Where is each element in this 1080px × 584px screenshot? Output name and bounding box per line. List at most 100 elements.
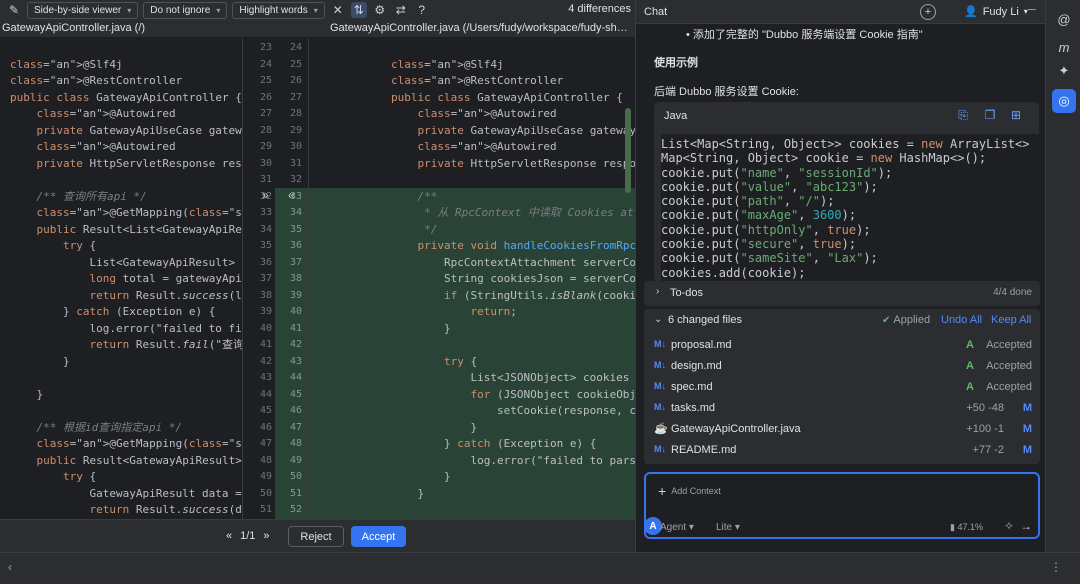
agent-mode-dropdown[interactable]: Agent ▾ — [660, 522, 694, 533]
code-line: } — [10, 354, 70, 368]
context-usage: ▮ 47.1% — [950, 522, 983, 533]
markdown-icon: M↓ — [654, 360, 666, 370]
line-number: 29 — [259, 141, 272, 152]
right-divider — [308, 38, 309, 519]
viewer-mode-label: Side-by-side viewer — [34, 4, 122, 16]
collapse-unchanged-icon[interactable]: ✕ — [330, 2, 346, 18]
chat-panel: Chat + 👤 Fudy Li ▾ – • 添加了完整的 "Dubbo 服务端设置… — [635, 0, 1046, 552]
code-line: /** — [391, 189, 438, 203]
line-number: 36 — [289, 240, 302, 251]
line-number: 24 — [259, 58, 272, 70]
line-number: 23 — [259, 42, 272, 53]
chat-input[interactable]: + Add Context A Agent ▾ Lite ▾ ▮ 47.1% ✧ … — [644, 472, 1040, 539]
changed-file-row[interactable]: M↓ spec.md A Accepted — [644, 377, 1040, 398]
todos-section[interactable]: › To-dos 4/4 done — [644, 281, 1040, 306]
minimize-icon[interactable]: – — [1028, 0, 1036, 16]
m-icon[interactable]: m — [1055, 38, 1073, 56]
add-context-button[interactable]: + Add Context — [658, 483, 721, 499]
changed-file-row[interactable]: ☕ GatewayApiController.java +100 -1 M — [644, 419, 1040, 440]
chat-tool-icon[interactable]: ◎ — [1052, 89, 1076, 113]
file-accepted-label: Accepted — [986, 360, 1032, 372]
line-number: 26 — [259, 91, 272, 103]
accept-button[interactable]: Accept — [351, 526, 406, 547]
send-icon[interactable]: → — [1020, 519, 1032, 533]
prev-change-icon[interactable]: « — [226, 530, 232, 542]
apply-right-icon[interactable]: » — [262, 188, 269, 202]
line-number: 39 — [259, 306, 272, 317]
user-name: Fudy Li — [982, 5, 1019, 18]
changed-files-header[interactable]: ⌄ 6 changed files ✔ Applied Undo All Keep… — [644, 309, 1040, 331]
undo-all-button[interactable]: Undo All — [941, 314, 982, 326]
code-line: class="an">@RestController — [10, 74, 183, 87]
menu-icon[interactable]: ⋮ — [1050, 560, 1062, 574]
line-number: 48 — [259, 454, 272, 466]
code-line: cookie.put("path", "/"); — [661, 194, 835, 209]
tool-window-strip: @ m ✦ ◎ — [1045, 0, 1080, 552]
model-dropdown[interactable]: Lite ▾ — [716, 522, 740, 533]
pencil-icon[interactable]: ✎ — [6, 2, 22, 18]
code-line: } — [391, 420, 478, 434]
code-line: if (StringUtils.isBlank(cookiesJs — [443, 288, 635, 302]
changed-file-row[interactable]: M↓ proposal.md A Accepted — [644, 335, 1040, 356]
todos-label: To-dos — [670, 287, 704, 299]
line-number: 35 — [289, 223, 302, 235]
code-line: return Result.fail("查询失败 — [89, 338, 242, 351]
context-usage-value: 47.1% — [957, 522, 983, 532]
chevron-left-icon[interactable]: ‹ — [8, 560, 12, 574]
code-line: try { — [62, 239, 97, 252]
gemini-icon[interactable]: ✦ — [1055, 62, 1073, 80]
changed-file-row[interactable]: M↓ tasks.md +50 -48 M — [644, 398, 1040, 419]
line-number: 51 — [259, 504, 272, 515]
check-circle-icon: ✔ — [882, 314, 891, 326]
line-diff-count: +77 -2 — [972, 444, 1005, 456]
diff-gutter: 23 24 25 26 27 28 29 30 31 32 33 34 35 36 37 38 39 40 41 42… — [242, 38, 308, 519]
file-name: design.md — [671, 360, 722, 372]
insert-code-icon[interactable]: ⎘ — [956, 108, 970, 122]
change-navigator: « 1/1 » — [226, 530, 270, 542]
markdown-icon: M↓ — [654, 444, 666, 454]
next-change-icon[interactable]: » — [263, 530, 269, 542]
keep-all-button[interactable]: Keep All — [991, 314, 1031, 326]
changed-file-row[interactable]: M↓ design.md A Accepted — [644, 356, 1040, 377]
chat-title: Chat — [644, 6, 668, 18]
sparkle-icon[interactable]: ✧ — [1004, 519, 1014, 533]
line-number: 25 — [259, 75, 272, 86]
line-number: 49 — [289, 454, 302, 466]
line-number: 50 — [259, 487, 272, 499]
gear-icon[interactable]: ⚙ — [372, 2, 388, 18]
swap-icon[interactable]: ⇄ — [393, 2, 409, 18]
line-number: 38 — [259, 289, 272, 301]
change-position: 1/1 — [240, 530, 256, 542]
reject-button[interactable]: Reject — [288, 526, 344, 547]
line-number: 42 — [259, 355, 272, 367]
user-menu[interactable]: 👤 Fudy Li ▾ — [964, 5, 1028, 19]
highlight-mode-dropdown[interactable]: Highlight words ▾ — [232, 1, 325, 19]
sync-scroll-icon[interactable]: ⇅ — [350, 2, 367, 18]
scrollbar[interactable] — [625, 108, 631, 193]
changed-file-row[interactable]: M↓ README.md +77 -2 M — [644, 440, 1040, 461]
code-line: try { — [443, 354, 478, 368]
left-code-pane[interactable]: class="an">@Slf4j class="an">@RestControl… — [0, 38, 242, 519]
code-line: class="an">@RestController — [391, 74, 564, 87]
code-line: } — [10, 387, 44, 401]
changed-files-label: 6 changed files — [668, 314, 742, 326]
apply-left-icon[interactable]: « — [288, 188, 295, 202]
help-icon[interactable]: ? — [414, 2, 430, 18]
code-line: } catch (Exception e) { — [391, 437, 597, 450]
spiral-icon[interactable]: @ — [1055, 10, 1073, 28]
line-number: 25 — [289, 58, 302, 70]
line-number: 45 — [259, 405, 272, 416]
copy-icon[interactable]: ❐ — [983, 108, 997, 122]
new-file-icon[interactable]: ⊞ — [1009, 108, 1023, 122]
viewer-mode-dropdown[interactable]: Side-by-side viewer ▾ — [27, 1, 139, 19]
code-line: public Result<GatewayApiResult> fin — [36, 453, 242, 467]
code-line: } — [391, 321, 451, 335]
new-chat-icon[interactable]: + — [920, 4, 936, 20]
code-line: * 从 RpcContext 中读取 Cookies attac — [391, 206, 635, 219]
line-number: 46 — [289, 405, 302, 416]
ignore-whitespace-dropdown[interactable]: Do not ignore ▾ — [143, 1, 228, 19]
code-line: log.error("failed to parse co — [470, 453, 635, 467]
code-line: log.error("failed to find a — [89, 321, 242, 335]
right-code-pane[interactable]: class="an">@Slf4j class="an">@RestControl… — [308, 38, 635, 519]
ignore-label: Do not ignore — [150, 4, 211, 16]
